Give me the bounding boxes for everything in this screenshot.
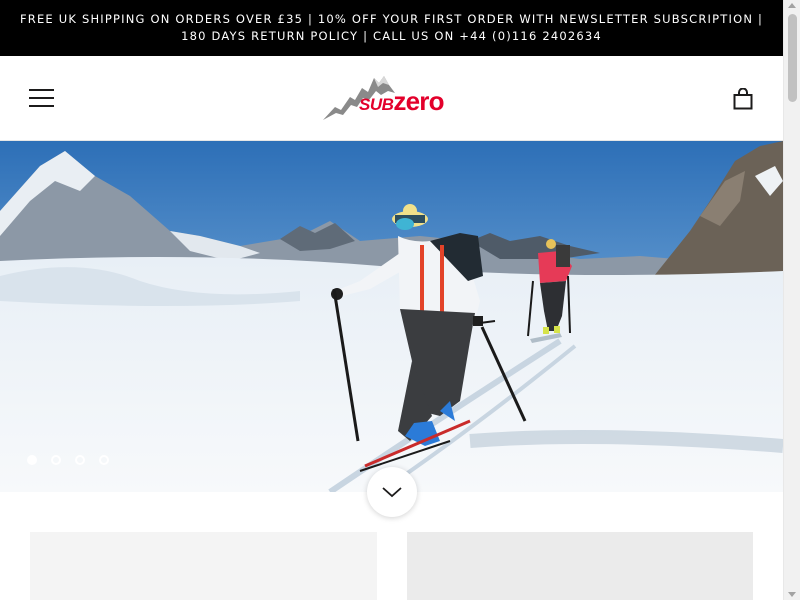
page-scrollbar[interactable] [783,0,800,600]
announcement-line-1: FREE UK SHIPPING ON ORDERS OVER £35 | 10… [19,12,764,26]
collection-card-left[interactable] [30,532,377,600]
logo-sub: SUB [359,95,394,114]
logo-zero: zero [393,86,444,116]
scroll-down-button[interactable] [367,467,417,517]
logo-wordmark: SUBzero [359,88,444,114]
announcement-line-2: 180 DAYS RETURN POLICY | CALL US ON +44 … [181,29,602,43]
slide-dot-2[interactable] [51,455,61,465]
slideshow-dots [27,455,109,465]
shopping-bag-icon[interactable] [733,87,753,110]
slide-dot-1[interactable] [27,455,37,465]
scroll-up-arrow-icon[interactable] [788,3,796,8]
scrollbar-thumb[interactable] [788,14,797,102]
slide-dot-3[interactable] [75,455,85,465]
ski-touring-mountain-photo [0,141,783,492]
announcement-bar: FREE UK SHIPPING ON ORDERS OVER £35 | 10… [0,0,783,56]
collection-card-right[interactable] [407,532,753,600]
site-header: SUBzero [0,56,783,141]
hamburger-menu-icon[interactable] [29,89,55,109]
hero-slideshow[interactable] [0,141,783,492]
subzero-logo[interactable]: SUBzero [321,74,469,124]
chevron-down-icon [382,487,402,498]
page: FREE UK SHIPPING ON ORDERS OVER £35 | 10… [0,0,800,600]
scroll-down-arrow-icon[interactable] [788,592,796,597]
slide-dot-4[interactable] [99,455,109,465]
